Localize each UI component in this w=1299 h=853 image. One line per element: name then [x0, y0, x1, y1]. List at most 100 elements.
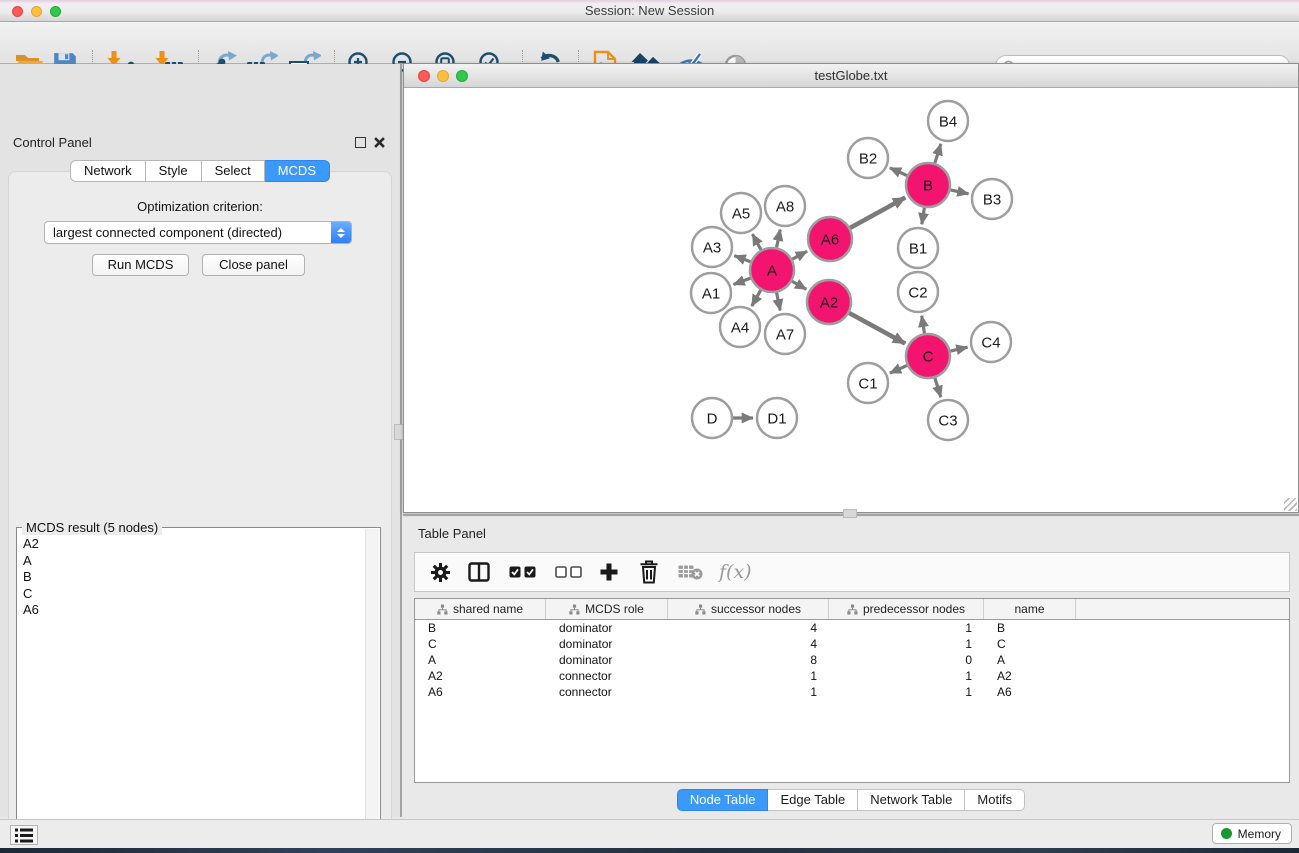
cell-successor-nodes[interactable]: 1 — [668, 684, 829, 700]
float-panel-icon[interactable] — [355, 137, 366, 148]
edge-A-A2[interactable] — [792, 281, 806, 289]
result-item[interactable]: A6 — [21, 602, 362, 619]
result-item[interactable]: A2 — [21, 536, 362, 553]
cell-name[interactable]: A6 — [984, 684, 1076, 700]
node-A6[interactable]: A6 — [808, 217, 852, 261]
add-column-icon[interactable] — [599, 562, 619, 582]
edge-A-A6[interactable] — [792, 251, 807, 259]
node-D[interactable]: D — [692, 398, 732, 438]
node-A2[interactable]: A2 — [807, 280, 851, 324]
cell-name[interactable]: A2 — [984, 668, 1076, 684]
edge-A-A8[interactable] — [777, 230, 781, 248]
network-zoom-button[interactable] — [456, 70, 468, 82]
deselect-all-icon[interactable] — [555, 566, 582, 578]
network-close-button[interactable] — [418, 70, 430, 82]
cell-shared-name[interactable]: A — [415, 652, 546, 668]
node-C[interactable]: C — [906, 334, 950, 378]
node-A4[interactable]: A4 — [720, 307, 760, 347]
edge-A-A7[interactable] — [777, 293, 781, 311]
edge-A6-B[interactable] — [850, 198, 905, 228]
function-builder-label[interactable]: f(x) — [719, 561, 752, 583]
column-header-shared-name[interactable]: shared name — [415, 599, 546, 619]
table-row[interactable]: Adominator80A — [415, 652, 1289, 668]
column-header-MCDS-role[interactable]: MCDS role — [546, 599, 668, 619]
edge-C-C1[interactable] — [890, 365, 907, 373]
edge-A-A3[interactable] — [734, 256, 750, 262]
close-panel-button[interactable]: Close panel — [202, 254, 305, 276]
zoom-window-button[interactable] — [50, 6, 61, 17]
tab-mcds[interactable]: MCDS — [265, 160, 330, 182]
cell-predecessor-nodes[interactable]: 1 — [829, 620, 984, 636]
network-graph[interactable]: AA1A2A3A4A5A6A7A8BB1B2B3B4CC1C2C3C4DD1 — [404, 88, 1298, 512]
close-window-button[interactable] — [12, 6, 23, 17]
node-D1[interactable]: D1 — [757, 398, 797, 438]
delete-table-icon[interactable] — [678, 564, 703, 580]
edge-A-A1[interactable] — [733, 278, 750, 284]
cell-predecessor-nodes[interactable]: 1 — [829, 684, 984, 700]
tab-select[interactable]: Select — [202, 160, 265, 182]
node-B[interactable]: B — [906, 163, 950, 207]
show-columns-icon[interactable] — [468, 562, 490, 582]
run-mcds-button[interactable]: Run MCDS — [92, 254, 189, 276]
edge-B-B1[interactable] — [922, 208, 925, 225]
cell-successor-nodes[interactable]: 8 — [668, 652, 829, 668]
column-header-predecessor-nodes[interactable]: predecessor nodes — [829, 599, 984, 619]
node-B4[interactable]: B4 — [928, 101, 968, 141]
tab-edge-table[interactable]: Edge Table — [768, 789, 858, 811]
edge-A-A5[interactable] — [752, 234, 761, 250]
node-C3[interactable]: C3 — [928, 400, 968, 440]
node-A8[interactable]: A8 — [765, 186, 805, 226]
cell-shared-name[interactable]: A6 — [415, 684, 546, 700]
table-row[interactable]: A6connector11A6 — [415, 684, 1289, 700]
tab-node-table[interactable]: Node Table — [677, 789, 769, 811]
cell-shared-name[interactable]: C — [415, 636, 546, 652]
cell-MCDS-role[interactable]: connector — [546, 684, 668, 700]
column-header-successor-nodes[interactable]: successor nodes — [668, 599, 829, 619]
node-C2[interactable]: C2 — [898, 272, 938, 312]
minimize-window-button[interactable] — [31, 6, 42, 17]
cell-name[interactable]: C — [984, 636, 1076, 652]
cell-successor-nodes[interactable]: 4 — [668, 620, 829, 636]
cell-name[interactable]: B — [984, 620, 1076, 636]
node-A[interactable]: A — [750, 248, 794, 292]
cell-predecessor-nodes[interactable]: 1 — [829, 636, 984, 652]
edge-C-C2[interactable] — [922, 316, 925, 334]
cell-shared-name[interactable]: B — [415, 620, 546, 636]
delete-column-icon[interactable] — [639, 560, 659, 584]
settings-icon[interactable] — [430, 562, 451, 583]
cell-predecessor-nodes[interactable]: 1 — [829, 668, 984, 684]
node-B1[interactable]: B1 — [898, 228, 938, 268]
edge-A-A4[interactable] — [752, 290, 761, 306]
table-row[interactable]: A2connector11A2 — [415, 668, 1289, 684]
cell-successor-nodes[interactable]: 1 — [668, 668, 829, 684]
node-A7[interactable]: A7 — [765, 314, 805, 354]
cell-MCDS-role[interactable]: dominator — [546, 636, 668, 652]
edge-B-B2[interactable] — [890, 168, 907, 176]
horizontal-split-handle[interactable] — [843, 509, 857, 518]
tab-motifs[interactable]: Motifs — [965, 789, 1025, 811]
column-header-name[interactable]: name — [984, 599, 1076, 619]
vertical-split-divider[interactable] — [400, 64, 402, 817]
cell-name[interactable]: A — [984, 652, 1076, 668]
cell-shared-name[interactable]: A2 — [415, 668, 546, 684]
edge-C-C3[interactable] — [935, 378, 941, 397]
network-canvas[interactable]: AA1A2A3A4A5A6A7A8BB1B2B3B4CC1C2C3C4DD1 — [404, 88, 1298, 512]
node-A5[interactable]: A5 — [721, 193, 761, 233]
window-resize-grip[interactable] — [1284, 498, 1297, 511]
cell-successor-nodes[interactable]: 4 — [668, 636, 829, 652]
node-B3[interactable]: B3 — [972, 179, 1012, 219]
cell-MCDS-role[interactable]: connector — [546, 668, 668, 684]
node-A1[interactable]: A1 — [691, 273, 731, 313]
task-history-button[interactable] — [10, 825, 38, 845]
cell-MCDS-role[interactable]: dominator — [546, 620, 668, 636]
result-item[interactable]: A — [21, 553, 362, 570]
result-scrollbar[interactable] — [365, 529, 379, 853]
network-window-titlebar[interactable]: testGlobe.txt — [404, 64, 1298, 88]
node-A3[interactable]: A3 — [692, 227, 732, 267]
cell-MCDS-role[interactable]: dominator — [546, 652, 668, 668]
result-item[interactable]: B — [21, 569, 362, 586]
network-minimize-button[interactable] — [437, 70, 449, 82]
tab-network[interactable]: Network — [70, 160, 146, 182]
table-row[interactable]: Bdominator41B — [415, 620, 1289, 636]
result-item[interactable]: C — [21, 586, 362, 603]
